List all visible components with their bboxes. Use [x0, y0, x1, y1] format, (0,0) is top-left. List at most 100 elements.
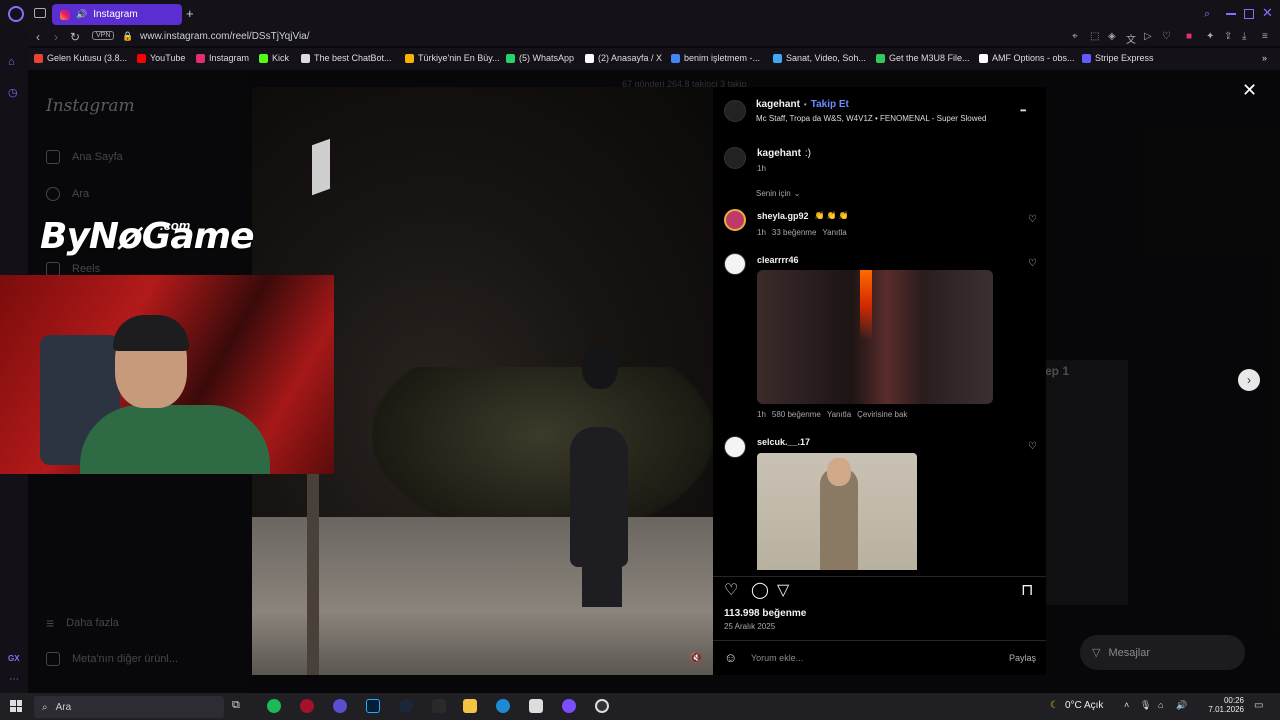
file-explorer-icon[interactable] — [463, 699, 477, 713]
maximize-icon[interactable] — [1244, 9, 1254, 19]
menu-icon[interactable]: ≡ — [1262, 31, 1268, 42]
heart-icon[interactable]: ♡ — [1162, 31, 1171, 42]
discord-icon[interactable] — [333, 699, 347, 713]
download-icon[interactable]: ⤓ — [1242, 31, 1246, 42]
lock-icon[interactable]: 🔒 — [122, 31, 133, 42]
tray-chevron-icon[interactable]: ˄ — [1124, 700, 1129, 710]
more-options-icon[interactable]: ••• — [1020, 106, 1026, 115]
volume-icon[interactable]: 🔊 — [1176, 700, 1187, 711]
bookmark-item[interactable]: (5) WhatsApp — [506, 53, 574, 63]
obs-icon[interactable] — [595, 699, 609, 713]
like-heart-icon[interactable]: ♡ — [724, 580, 738, 600]
bookmark-item[interactable]: The best ChatBot... — [301, 53, 392, 63]
weather-widget[interactable]: ☾ 0°C Açık — [1050, 700, 1103, 711]
home-rail-icon[interactable]: ⌂ — [8, 56, 15, 68]
author-username[interactable]: kagehant — [756, 99, 800, 110]
comment-username[interactable]: selcuk.__.17 — [757, 437, 810, 447]
microphone-icon[interactable]: 🎙 — [1140, 700, 1151, 711]
likes-count[interactable]: 113.998 beğenme — [724, 608, 806, 619]
comment-input[interactable]: Yorum ekle... — [751, 653, 803, 663]
history-rail-icon[interactable]: ◷ — [8, 86, 18, 99]
bookmark-item[interactable]: Kick — [259, 53, 289, 63]
pin-icon[interactable]: ⌖ — [1072, 31, 1078, 42]
bookmark-item[interactable]: Stripe Express — [1082, 53, 1154, 63]
puzzle-icon[interactable]: ✦ — [1206, 31, 1214, 42]
follow-button[interactable]: Takip Et — [811, 99, 849, 110]
caption-avatar[interactable] — [724, 147, 746, 169]
audio-track[interactable]: Mc Staff, Tropa da W&S, W4V1Z • FENOMENA… — [756, 114, 986, 123]
messages-pill[interactable]: ▽ Mesajlar — [1080, 635, 1245, 670]
taskbar-clock[interactable]: 00:26 7.01.2026 — [1194, 696, 1244, 714]
comment-like-icon[interactable]: ♡ — [1028, 214, 1037, 225]
minimize-icon[interactable] — [1226, 13, 1236, 15]
author-avatar[interactable] — [724, 100, 746, 122]
close-window-icon[interactable]: ✕ — [1262, 5, 1273, 21]
translate-button[interactable]: Çevirisine bak — [857, 410, 907, 419]
reply-button[interactable]: Yanıtla — [822, 228, 846, 237]
shield-icon[interactable]: ◈ — [1108, 31, 1116, 42]
store-icon[interactable] — [529, 699, 543, 713]
bookmark-item[interactable]: Sanat, Video, Soh... — [773, 53, 866, 63]
more-rail-icon[interactable]: ⋯ — [9, 674, 19, 685]
bookmark-item[interactable]: (2) Anasayfa / X — [585, 53, 662, 63]
search-icon[interactable]: ⌕ — [1204, 8, 1210, 21]
comment-avatar[interactable] — [724, 436, 746, 458]
share-button[interactable]: Paylaş — [1009, 653, 1036, 663]
send-icon[interactable]: ▽ — [777, 580, 789, 600]
bookmark-item[interactable]: Instagram — [196, 53, 249, 63]
comment-like-icon[interactable]: ♡ — [1028, 441, 1037, 452]
taskbar-search[interactable]: ⌕ Ara — [34, 696, 224, 718]
photoshop-icon[interactable] — [366, 699, 380, 713]
bookmark-item[interactable]: Türkiye'nin En Büy... — [405, 53, 500, 63]
notification-icon[interactable]: ▭ — [1254, 700, 1263, 711]
gx-rail-label[interactable]: GX — [8, 654, 20, 663]
new-tab-button[interactable]: + — [186, 6, 194, 21]
mute-icon[interactable]: 🔇 — [690, 653, 702, 664]
windows-start-icon[interactable] — [10, 700, 22, 712]
extension-icon[interactable]: ■ — [1186, 31, 1192, 42]
emoji-icon[interactable]: ☺ — [724, 650, 737, 665]
url-field[interactable]: www.instagram.com/reel/DSsTjYqjVia/ — [140, 31, 310, 42]
bookmark-item[interactable]: benim işletmem -... — [671, 53, 760, 63]
bookmark-item[interactable]: Get the M3U8 File... — [876, 53, 970, 63]
forward-icon[interactable]: › — [54, 30, 58, 44]
bookmarks-overflow-icon[interactable]: » — [1262, 53, 1267, 63]
comment-bubble-icon[interactable]: ◯ — [751, 580, 769, 600]
comment-avatar[interactable] — [724, 209, 746, 231]
reload-icon[interactable]: ↻ — [70, 30, 80, 44]
vpn-badge[interactable]: VPN — [92, 31, 115, 40]
next-post-button[interactable]: › — [1238, 369, 1260, 391]
snapshot-icon[interactable]: ⬚ — [1090, 31, 1099, 42]
bookmark-icon[interactable]: ⊓ — [1021, 580, 1033, 600]
caption-username[interactable]: kagehant — [757, 148, 801, 159]
play-icon[interactable]: ▷ — [1144, 31, 1152, 42]
task-view-icon[interactable]: ⧉ — [232, 699, 240, 712]
translate-icon[interactable]: 文 — [1126, 31, 1136, 46]
steam-icon[interactable] — [399, 699, 413, 713]
spotify-icon[interactable] — [267, 699, 281, 713]
comment-like-icon[interactable]: ♡ — [1028, 258, 1037, 269]
epic-games-icon[interactable] — [432, 699, 446, 713]
comment-username[interactable]: sheyla.gp92 — [757, 211, 809, 221]
app-icon[interactable] — [562, 699, 576, 713]
opera-gx-logo-icon[interactable] — [8, 6, 24, 22]
bookmark-item[interactable]: AMF Options - obs... — [979, 53, 1075, 63]
share-icon[interactable]: ⇪ — [1224, 31, 1232, 42]
comment-username[interactable]: clearrrr46 — [757, 255, 799, 265]
reply-button[interactable]: Yanıtla — [827, 410, 851, 419]
tab-switcher-icon[interactable] — [34, 8, 46, 18]
close-icon[interactable]: ✕ — [1242, 80, 1257, 101]
comment-image-cathedral[interactable] — [757, 270, 993, 404]
opera-gx-icon[interactable] — [300, 699, 314, 713]
comment-likes[interactable]: 580 beğenme — [772, 410, 821, 419]
tab-instagram[interactable]: 🔊 Instagram — [52, 4, 182, 25]
comment-likes[interactable]: 33 beğenme — [772, 228, 816, 237]
comment-avatar[interactable] — [724, 253, 746, 275]
bookmark-item[interactable]: YouTube — [137, 53, 185, 63]
sort-dropdown[interactable]: Senin için ⌄ — [756, 189, 800, 198]
back-icon[interactable]: ‹ — [36, 30, 40, 44]
network-icon[interactable]: ⌂ — [1158, 700, 1163, 710]
bookmark-item[interactable]: Gelen Kutusu (3.8... — [34, 53, 127, 63]
speaker-icon[interactable]: 🔊 — [76, 9, 87, 20]
edge-icon[interactable] — [496, 699, 510, 713]
